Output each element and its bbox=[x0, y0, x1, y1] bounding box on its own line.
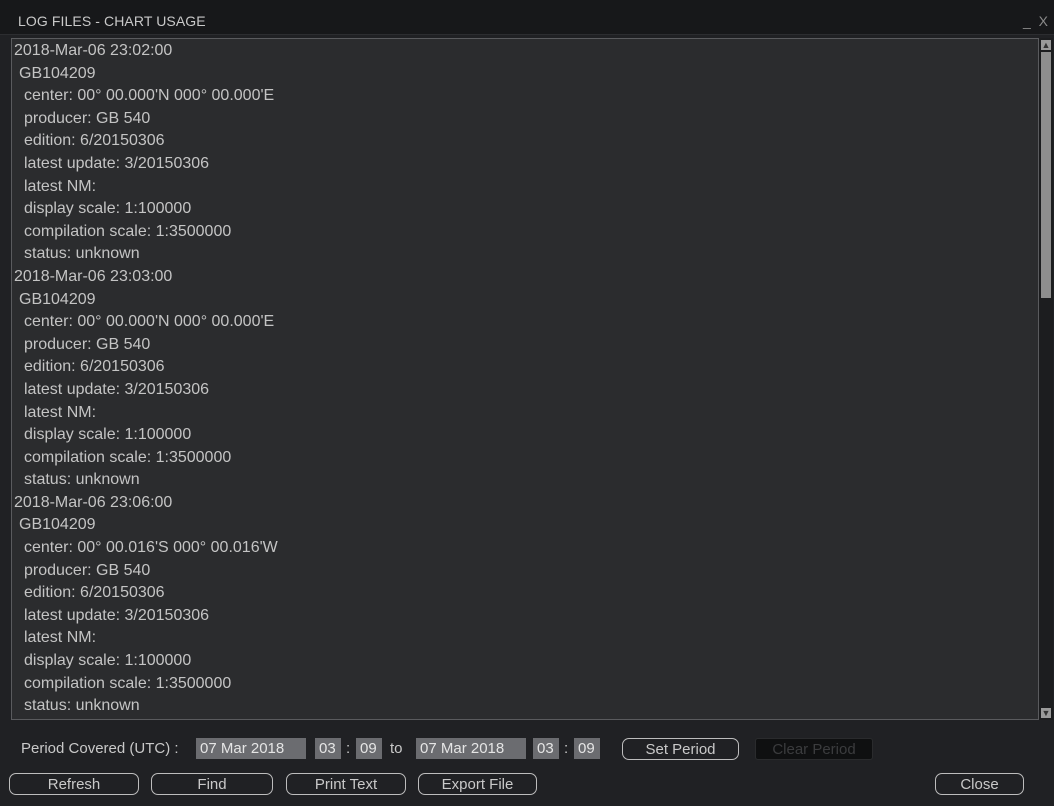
title-bar: LOG FILES - CHART USAGE _ X bbox=[0, 0, 1054, 35]
set-period-button[interactable]: Set Period bbox=[622, 738, 739, 760]
period-label: Period Covered (UTC) : bbox=[21, 740, 179, 757]
log-line: 2018-Mar-06 23:06:00 bbox=[14, 493, 173, 511]
log-line: edition: 6/20150306 bbox=[24, 584, 165, 602]
log-line: latest update: 3/20150306 bbox=[24, 380, 210, 398]
log-text: 2018-Mar-06 23:02:00 GB104209 center: 00° … bbox=[14, 40, 1038, 718]
to-minute-field[interactable]: 09 bbox=[574, 738, 600, 759]
log-line: latest NM: bbox=[24, 629, 97, 647]
log-line: center: 00° 00.016'S 000° 00.016'W bbox=[24, 539, 278, 557]
log-line: display scale: 1:100000 bbox=[24, 426, 192, 444]
log-line: compilation scale: 1:3500000 bbox=[24, 674, 232, 692]
log-line: edition: 6/20150306 bbox=[24, 358, 165, 376]
scroll-up-icon[interactable]: ▲ bbox=[1041, 40, 1051, 50]
log-line: status: unknown bbox=[24, 245, 140, 263]
log-line: latest NM: bbox=[24, 403, 97, 421]
to-label: to bbox=[390, 740, 403, 757]
print-text-button[interactable]: Print Text bbox=[286, 773, 406, 795]
log-line: producer: GB 540 bbox=[24, 335, 151, 353]
refresh-button[interactable]: Refresh bbox=[9, 773, 139, 795]
log-line: edition: 6/20150306 bbox=[24, 132, 165, 150]
scroll-down-icon[interactable]: ▼ bbox=[1041, 708, 1051, 718]
log-line: producer: GB 540 bbox=[24, 109, 151, 127]
window-title: LOG FILES - CHART USAGE bbox=[18, 13, 206, 29]
log-line: status: unknown bbox=[24, 697, 140, 715]
log-line: display scale: 1:100000 bbox=[24, 200, 192, 218]
clear-period-button[interactable]: Clear Period bbox=[755, 738, 873, 760]
window-controls[interactable]: _ X bbox=[1023, 13, 1050, 29]
from-time-separator: : bbox=[346, 740, 351, 757]
log-line: status: unknown bbox=[24, 471, 140, 489]
log-line: producer: GB 540 bbox=[24, 561, 151, 579]
close-button[interactable]: Close bbox=[935, 773, 1024, 795]
from-date-field[interactable]: 07 Mar 2018 bbox=[196, 738, 306, 759]
log-line: center: 00° 00.000'N 000° 00.000'E bbox=[24, 87, 275, 105]
log-line: latest NM: bbox=[24, 177, 97, 195]
log-line: 2018-Mar-06 23:02:00 bbox=[14, 42, 173, 59]
log-text-area[interactable]: 2018-Mar-06 23:02:00 GB104209 center: 00° … bbox=[11, 38, 1039, 720]
log-line: center: 00° 00.000'N 000° 00.000'E bbox=[24, 313, 275, 331]
scroll-thumb[interactable] bbox=[1041, 52, 1051, 298]
find-button[interactable]: Find bbox=[151, 773, 273, 795]
log-line: latest update: 3/20150306 bbox=[24, 606, 210, 624]
log-line: compilation scale: 1:3500000 bbox=[24, 448, 232, 466]
log-line: 2018-Mar-06 23:03:00 bbox=[14, 267, 173, 285]
log-line: GB104209 bbox=[19, 516, 96, 534]
vertical-scrollbar[interactable]: ▲ ▼ bbox=[1039, 38, 1053, 720]
to-time-separator: : bbox=[564, 740, 569, 757]
from-minute-field[interactable]: 09 bbox=[356, 738, 382, 759]
log-line: latest update: 3/20150306 bbox=[24, 154, 210, 172]
log-line: GB104209 bbox=[19, 64, 96, 82]
to-date-field[interactable]: 07 Mar 2018 bbox=[416, 738, 526, 759]
log-line: GB104209 bbox=[19, 290, 96, 308]
to-hour-field[interactable]: 03 bbox=[533, 738, 559, 759]
log-line: compilation scale: 1:3500000 bbox=[24, 222, 232, 240]
export-file-button[interactable]: Export File bbox=[418, 773, 537, 795]
log-line: display scale: 1:100000 bbox=[24, 652, 192, 670]
from-hour-field[interactable]: 03 bbox=[315, 738, 341, 759]
